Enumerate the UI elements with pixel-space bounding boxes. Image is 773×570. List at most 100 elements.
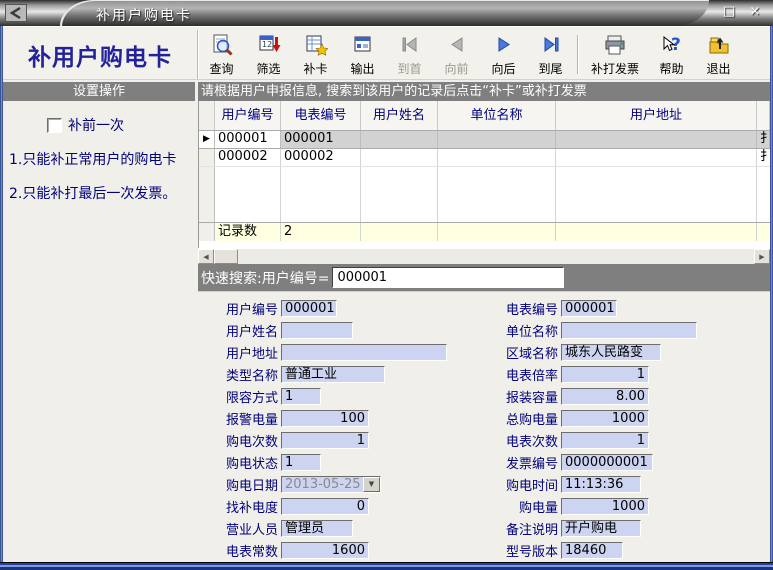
- window-title: 补用户购电卡: [96, 5, 192, 25]
- field-unit-name[interactable]: [561, 322, 697, 339]
- cell-user-id[interactable]: 000001: [215, 131, 281, 148]
- table-row[interactable]: 000002 000002 扌: [199, 149, 770, 167]
- query-button-label: 查询: [209, 60, 233, 77]
- footer-empty-cell: [556, 223, 757, 241]
- field-adjust-power[interactable]: 0: [281, 498, 369, 515]
- filter-button[interactable]: 12 筛选: [245, 30, 292, 79]
- cell-user-name[interactable]: [361, 149, 438, 166]
- scrollbar-thumb[interactable]: [214, 249, 238, 264]
- field-alarm-power[interactable]: 100: [281, 410, 369, 427]
- field-label: 找补电度: [210, 497, 278, 516]
- cell-user-name[interactable]: [361, 131, 438, 148]
- scroll-left-icon[interactable]: ◀: [198, 249, 214, 264]
- field-meter-id[interactable]: 000001: [561, 300, 617, 317]
- field-purchase-date[interactable]: 2013-05-25▼: [281, 476, 381, 493]
- field-label: 购电时间: [490, 475, 558, 494]
- field-label: 电表次数: [490, 431, 558, 450]
- cell-user-id[interactable]: 000002: [215, 149, 281, 166]
- cell-unit-name[interactable]: [438, 131, 556, 148]
- field-label: 用户编号: [210, 299, 278, 318]
- query-button[interactable]: 查询: [198, 30, 245, 79]
- exit-button[interactable]: 退出: [695, 30, 742, 79]
- cell-unit-name[interactable]: [438, 149, 556, 166]
- grid-indicator-header: [199, 101, 215, 130]
- go-last-button[interactable]: 到尾: [527, 30, 574, 79]
- field-capacity-limit[interactable]: 1: [281, 388, 321, 405]
- app-logo-icon: [5, 4, 27, 26]
- field-model-version[interactable]: 18460: [561, 542, 623, 559]
- field-remarks[interactable]: 开户购电: [561, 520, 641, 537]
- help-button[interactable]: ? 帮助: [648, 30, 695, 79]
- toolbar-separator: [577, 35, 579, 74]
- output-button[interactable]: 输出: [339, 30, 386, 79]
- field-total-power[interactable]: 1000: [561, 410, 649, 427]
- output-icon: [351, 33, 375, 60]
- cell-user-address[interactable]: [556, 149, 757, 166]
- field-label: 用户地址: [210, 343, 278, 362]
- grid-header-user-name[interactable]: 用户姓名: [361, 101, 438, 130]
- cell-user-address[interactable]: [556, 131, 757, 148]
- scrollbar-track[interactable]: [238, 249, 754, 264]
- cell-meter-id[interactable]: 000001: [281, 131, 361, 148]
- chevron-down-icon[interactable]: ▼: [363, 477, 380, 492]
- field-meter-constant[interactable]: 1600: [281, 542, 369, 559]
- go-next-button-label: 向后: [491, 60, 515, 77]
- go-first-button[interactable]: 到首: [386, 30, 433, 79]
- field-label: 购电次数: [210, 431, 278, 450]
- field-user-name[interactable]: [281, 322, 353, 339]
- form-right-column: 电表编号000001 单位名称 区域名称城东人民路变 电表倍率1 报装容量8.0…: [490, 300, 697, 564]
- field-purchase-time[interactable]: 11:13:36: [561, 476, 641, 493]
- field-purchase-amount[interactable]: 1000: [561, 498, 649, 515]
- scroll-right-icon[interactable]: ▶: [754, 249, 770, 264]
- grid-header-meter-id[interactable]: 电表编号: [281, 101, 361, 130]
- grid-empty-area: [199, 167, 770, 222]
- exit-icon: [707, 33, 731, 60]
- go-prev-button[interactable]: 向前: [433, 30, 480, 79]
- help-icon: ?: [660, 33, 684, 60]
- field-type-name[interactable]: 普通工业: [281, 366, 385, 383]
- field-invoice-no[interactable]: 0000000001: [561, 454, 653, 471]
- field-operator[interactable]: 管理员: [281, 520, 353, 537]
- filter-icon: 12: [257, 33, 281, 60]
- form-left-column: 用户编号000001 用户姓名 用户地址 类型名称普通工业 限容方式1 报警电量…: [210, 300, 447, 564]
- reissue-previous-checkbox[interactable]: [47, 118, 62, 133]
- footer-indicator: [199, 223, 215, 241]
- output-button-label: 输出: [350, 60, 374, 77]
- user-grid: 用户编号 电表编号 用户姓名 单位名称 用户地址 ▶ 000001 000001…: [198, 101, 770, 248]
- cell-clipped-text: 扌: [757, 149, 770, 166]
- field-label: 型号版本: [490, 541, 558, 560]
- field-purchase-status[interactable]: 1: [281, 454, 321, 471]
- grid-header-unit-name[interactable]: 单位名称: [438, 101, 556, 130]
- go-next-button[interactable]: 向后: [480, 30, 527, 79]
- field-area-name[interactable]: 城东人民路变: [561, 344, 661, 361]
- field-label: 用户姓名: [210, 321, 278, 340]
- grid-header-user-address[interactable]: 用户地址: [556, 101, 757, 130]
- field-user-id[interactable]: 000001: [281, 300, 337, 317]
- field-installed-capacity[interactable]: 8.00: [561, 388, 649, 405]
- window-border-bottom: [0, 562, 773, 570]
- horizontal-scrollbar[interactable]: ◀ ▶: [198, 248, 770, 264]
- field-meter-times[interactable]: 1: [561, 432, 649, 449]
- close-button[interactable]: ×: [747, 4, 763, 19]
- title-bar: 补用户购电卡 □ ×: [0, 0, 773, 26]
- table-row[interactable]: ▶ 000001 000001 扌: [199, 131, 770, 149]
- go-prev-button-label: 向前: [444, 60, 468, 77]
- grid-header-user-id[interactable]: 用户编号: [215, 101, 281, 130]
- sidebar-note-2: 2.只能补打最后一次发票。: [9, 185, 193, 203]
- field-purchase-count[interactable]: 1: [281, 432, 369, 449]
- reissue-previous-checkbox-row[interactable]: 补前一次: [47, 115, 195, 135]
- quick-search-input[interactable]: 000001: [332, 267, 564, 288]
- field-label: 限容方式: [210, 387, 278, 406]
- field-label: 营业人员: [210, 519, 278, 538]
- maximize-button[interactable]: □: [721, 4, 737, 19]
- reprint-invoice-button[interactable]: 补打发票: [582, 30, 648, 79]
- field-meter-ratio[interactable]: 1: [561, 366, 649, 383]
- grid-empty-cell: [757, 167, 770, 222]
- record-count-row: 记录数 2: [199, 222, 770, 241]
- field-label: 报装容量: [490, 387, 558, 406]
- cell-meter-id[interactable]: 000002: [281, 149, 361, 166]
- field-user-address[interactable]: [281, 344, 447, 361]
- grid-bottom-filler: [199, 241, 770, 248]
- reissue-card-button[interactable]: 补卡: [292, 30, 339, 79]
- grid-header-row: 用户编号 电表编号 用户姓名 单位名称 用户地址: [199, 101, 770, 131]
